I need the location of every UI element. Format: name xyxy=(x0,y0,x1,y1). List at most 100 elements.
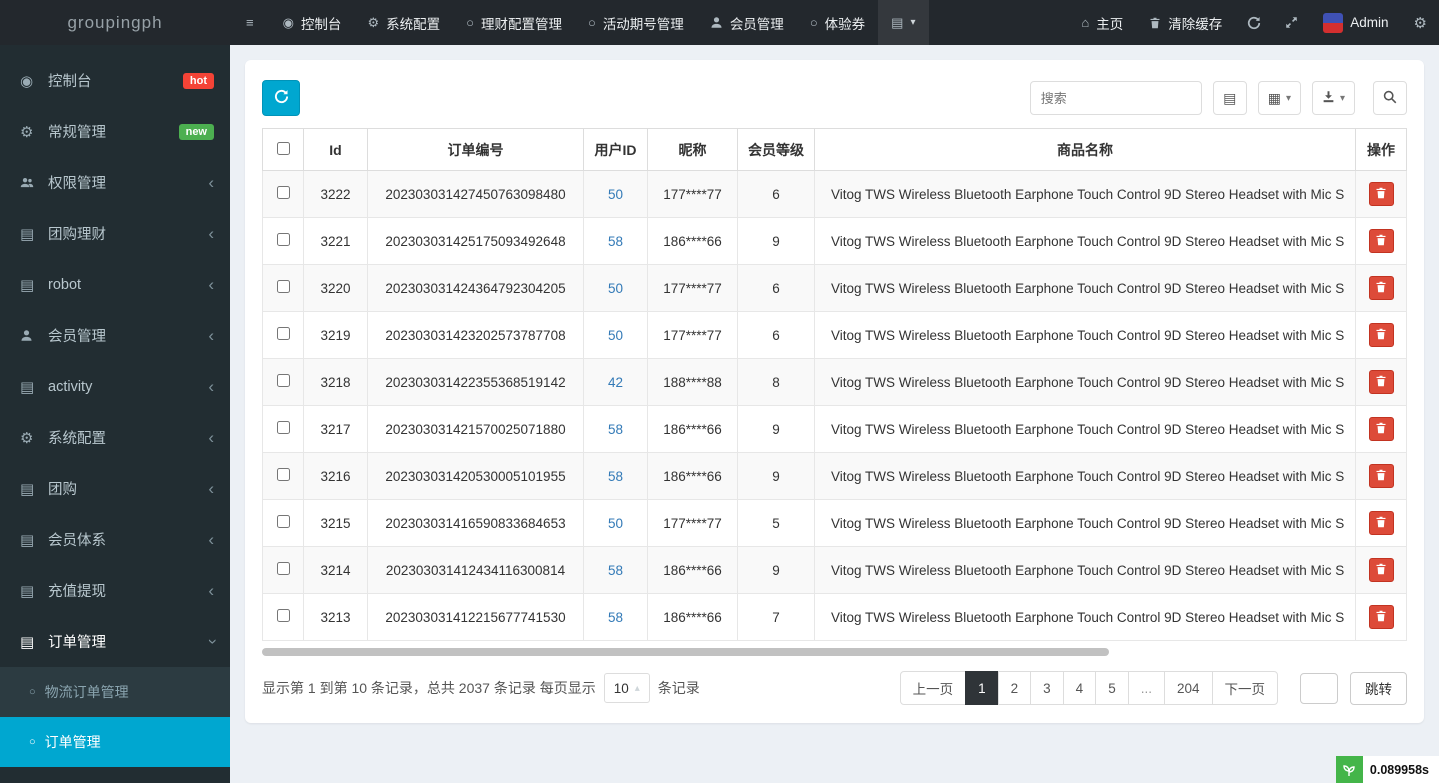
page-button-3[interactable]: 3 xyxy=(1030,671,1064,705)
refresh-button[interactable] xyxy=(262,80,300,116)
sidebar-item-group-buy[interactable]: ▤团购‹ xyxy=(0,463,230,514)
cell-user-id: 58 xyxy=(584,218,648,265)
user-id-link[interactable]: 58 xyxy=(608,563,623,578)
cell-checkbox xyxy=(263,547,304,594)
delete-button[interactable] xyxy=(1369,558,1394,582)
row-checkbox[interactable] xyxy=(277,327,290,340)
settings-button[interactable]: ⚙ xyxy=(1402,0,1439,45)
sidebar-item-robot[interactable]: ▤robot‹ xyxy=(0,259,230,310)
fullscreen-button[interactable] xyxy=(1273,0,1310,45)
delete-button[interactable] xyxy=(1369,370,1394,394)
nav-item-system-config[interactable]: ⚙系统配置 xyxy=(354,0,453,45)
cell-level: 9 xyxy=(738,547,815,594)
page-button-204[interactable]: 204 xyxy=(1164,671,1213,705)
sidebar-subitem-logistics-order[interactable]: ○物流订单管理 xyxy=(0,667,230,717)
sidebar-subitem-order-management[interactable]: ○订单管理 xyxy=(0,717,230,767)
user-id-link[interactable]: 58 xyxy=(608,469,623,484)
brand-logo[interactable]: groupingph xyxy=(0,0,230,45)
navbar-right: ⌂ 主页 清除缓存 Admin ⚙ xyxy=(1068,0,1439,45)
select-all-checkbox[interactable] xyxy=(277,142,290,155)
nav-item-member-management[interactable]: 会员管理 xyxy=(697,0,797,45)
toggle-view-button[interactable]: ▦ ▾ xyxy=(1258,81,1301,115)
delete-button[interactable] xyxy=(1369,182,1394,206)
chevron-left-icon: ‹ xyxy=(208,327,214,344)
chevron-left-icon: ‹ xyxy=(208,429,214,446)
nav-list-dropdown[interactable]: ▤ ▾ xyxy=(878,0,928,45)
next-page-button[interactable]: 下一页 xyxy=(1212,671,1279,705)
cell-product: Vitog TWS Wireless Bluetooth Earphone To… xyxy=(815,359,1356,406)
user-menu[interactable]: Admin xyxy=(1310,0,1401,45)
trash-icon xyxy=(1375,234,1387,249)
nav-item-voucher[interactable]: ○体验券 xyxy=(797,0,878,45)
user-id-link[interactable]: 42 xyxy=(608,375,623,390)
cell-checkbox xyxy=(263,171,304,218)
user-id-link[interactable]: 58 xyxy=(608,422,623,437)
nav-item-clear-cache[interactable]: 清除缓存 xyxy=(1136,0,1235,45)
delete-button[interactable] xyxy=(1369,464,1394,488)
prev-page-button[interactable]: 上一页 xyxy=(900,671,967,705)
user-id-link[interactable]: 58 xyxy=(608,234,623,249)
user-id-link[interactable]: 50 xyxy=(608,281,623,296)
delete-button[interactable] xyxy=(1369,417,1394,441)
sidebar-item-general[interactable]: ⚙常规管理new xyxy=(0,106,230,157)
nav-item-finance-config[interactable]: ○理财配置管理 xyxy=(453,0,575,45)
sidebar-item-console[interactable]: ◉控制台hot xyxy=(0,55,230,106)
columns-button[interactable]: ▤ xyxy=(1213,81,1247,115)
row-checkbox[interactable] xyxy=(277,421,290,434)
delete-button[interactable] xyxy=(1369,229,1394,253)
cell-user-id: 50 xyxy=(584,312,648,359)
chevron-left-icon: ‹ xyxy=(208,225,214,242)
sidebar-item-group-finance[interactable]: ▤团购理财‹ xyxy=(0,208,230,259)
sidebar-item-member[interactable]: 会员管理‹ xyxy=(0,310,230,361)
cell-product: Vitog TWS Wireless Bluetooth Earphone To… xyxy=(815,406,1356,453)
scrollbar-thumb[interactable] xyxy=(262,648,1109,656)
cell-id: 3219 xyxy=(304,312,368,359)
sidebar-item-activity[interactable]: ▤activity‹ xyxy=(0,361,230,412)
jump-button[interactable]: 跳转 xyxy=(1350,672,1407,705)
orders-table: Id订单编号用户ID昵称会员等级商品名称操作 32222023030314274… xyxy=(262,128,1407,641)
sidebar-item-permission[interactable]: 权限管理‹ xyxy=(0,157,230,208)
cell-nickname: 177****77 xyxy=(648,500,738,547)
row-checkbox[interactable] xyxy=(277,609,290,622)
row-checkbox[interactable] xyxy=(277,186,290,199)
page-button-2[interactable]: 2 xyxy=(998,671,1032,705)
cell-order-no: 202303031421570025071880 xyxy=(368,406,584,453)
sidebar-toggle-button[interactable]: ≡ xyxy=(230,0,270,45)
search-input[interactable] xyxy=(1030,81,1202,115)
search-button[interactable] xyxy=(1373,81,1407,115)
new-badge: new xyxy=(179,124,214,140)
table-row: 322020230303142436479230420550177****776… xyxy=(263,265,1407,312)
page-size-dropdown[interactable]: 10 ▴ xyxy=(604,673,650,703)
delete-button[interactable] xyxy=(1369,511,1394,535)
cache-sweep-button[interactable] xyxy=(1235,0,1273,45)
nav-item-home[interactable]: ⌂ 主页 xyxy=(1068,0,1136,45)
user-id-link[interactable]: 50 xyxy=(608,516,623,531)
row-checkbox[interactable] xyxy=(277,233,290,246)
export-button[interactable]: ▾ xyxy=(1312,81,1355,115)
row-checkbox[interactable] xyxy=(277,515,290,528)
nav-item-console[interactable]: ◉控制台 xyxy=(270,0,355,45)
chevron-left-icon: ‹ xyxy=(208,276,214,293)
page-button-5[interactable]: 5 xyxy=(1095,671,1129,705)
row-checkbox[interactable] xyxy=(277,562,290,575)
sidebar-item-order[interactable]: ▤订单管理‹ xyxy=(0,616,230,667)
page-button-1[interactable]: 1 xyxy=(965,671,999,705)
row-checkbox[interactable] xyxy=(277,468,290,481)
user-id-link[interactable]: 58 xyxy=(608,610,623,625)
delete-button[interactable] xyxy=(1369,323,1394,347)
stats-leaf-icon[interactable] xyxy=(1336,756,1363,783)
row-checkbox[interactable] xyxy=(277,374,290,387)
nav-item-activity-period[interactable]: ○活动期号管理 xyxy=(575,0,697,45)
user-id-link[interactable]: 50 xyxy=(608,328,623,343)
delete-button[interactable] xyxy=(1369,605,1394,629)
jump-page-input[interactable] xyxy=(1300,673,1338,704)
page-button-4[interactable]: 4 xyxy=(1063,671,1097,705)
row-checkbox[interactable] xyxy=(277,280,290,293)
cell-nickname: 186****66 xyxy=(648,547,738,594)
sidebar-item-system[interactable]: ⚙系统配置‹ xyxy=(0,412,230,463)
user-id-link[interactable]: 50 xyxy=(608,187,623,202)
cell-level: 5 xyxy=(738,500,815,547)
delete-button[interactable] xyxy=(1369,276,1394,300)
sidebar-item-recharge-withdraw[interactable]: ▤充值提现‹ xyxy=(0,565,230,616)
sidebar-item-member-system[interactable]: ▤会员体系‹ xyxy=(0,514,230,565)
